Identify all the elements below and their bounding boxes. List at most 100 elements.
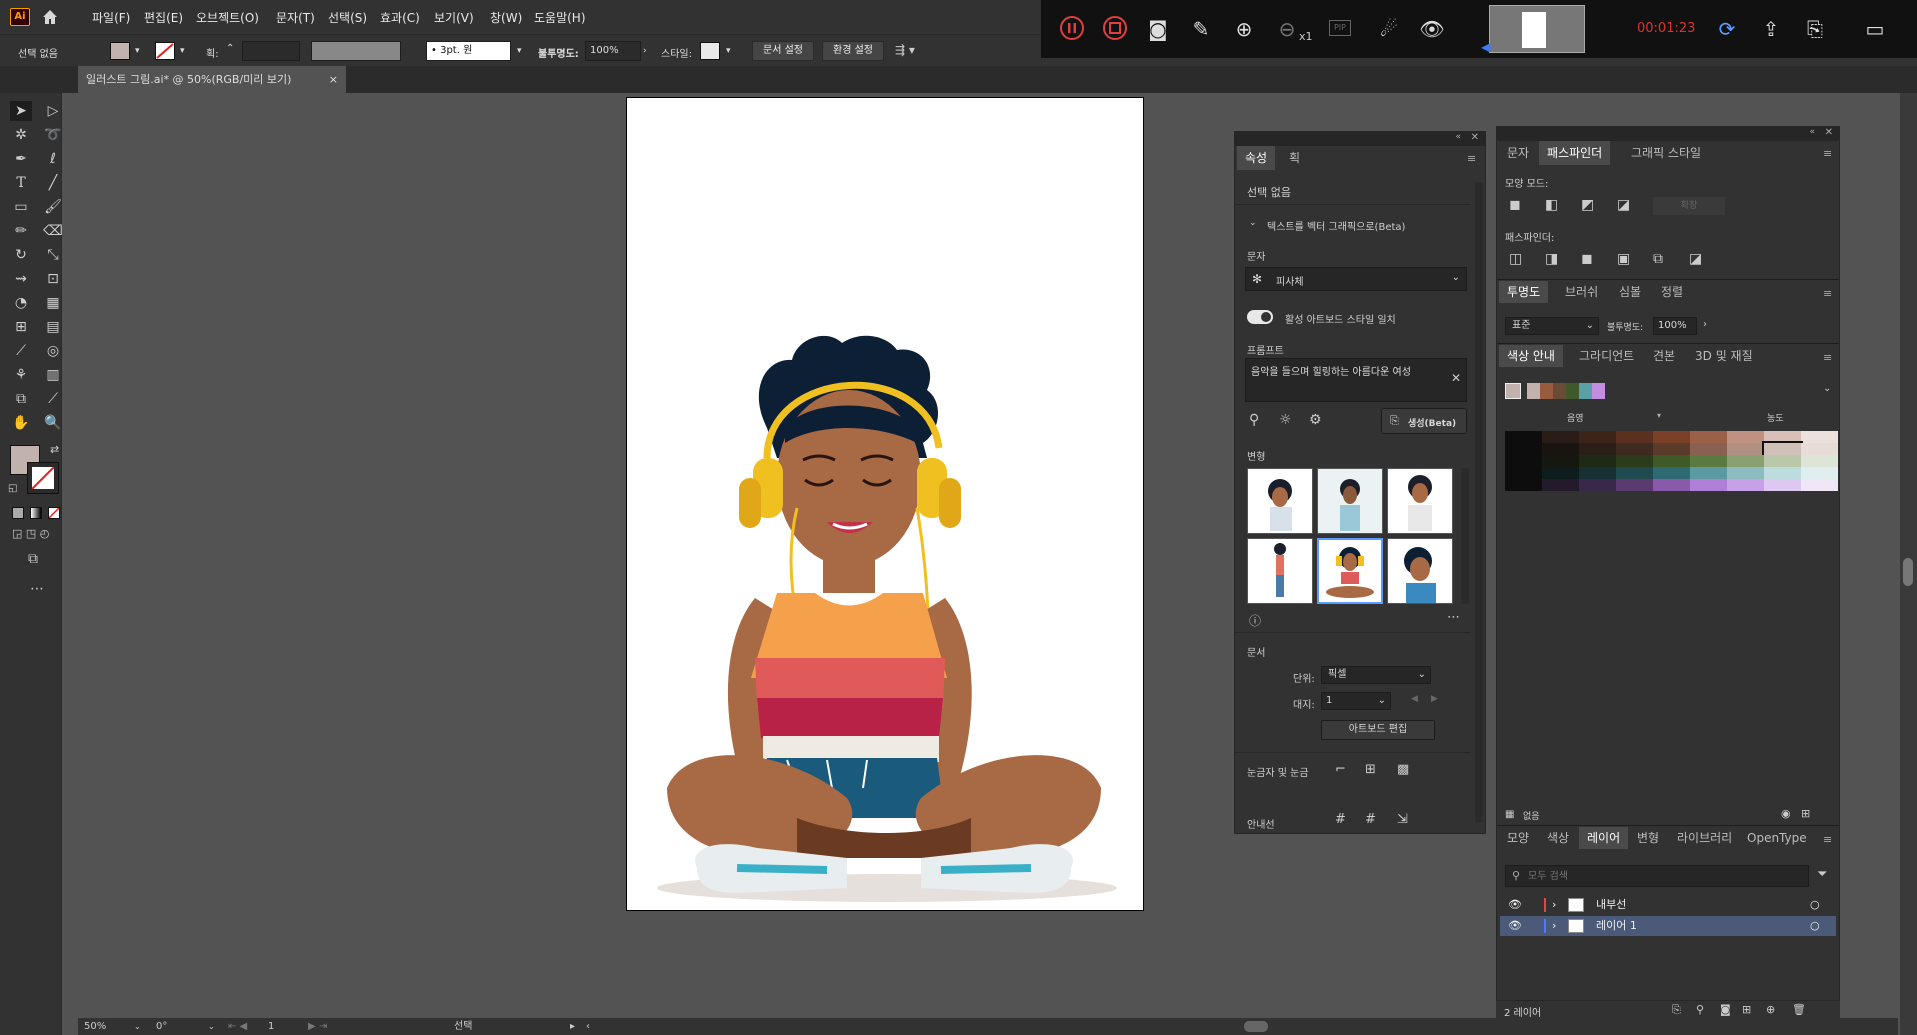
color-wheel-icon[interactable]: ◉ <box>1781 807 1791 820</box>
trash-icon[interactable]: 🗑 <box>1792 1003 1806 1016</box>
color-guide-swatch[interactable] <box>1505 455 1542 467</box>
color-guide-swatch[interactable] <box>1764 467 1801 479</box>
color-guide-swatch[interactable] <box>1727 455 1764 467</box>
close-icon[interactable]: ✕ <box>1825 127 1833 138</box>
stroke-swatch[interactable] <box>155 42 175 60</box>
zoom-out-icon[interactable]: ⊖ <box>1273 15 1301 43</box>
brush-field[interactable]: • 3pt. 원 <box>426 41 511 61</box>
minus-back-icon[interactable]: ◪ <box>1689 251 1702 267</box>
variation-thumbnail-6[interactable] <box>1387 538 1453 604</box>
style-reference-icon[interactable]: ⚲ <box>1249 412 1259 428</box>
collapse-icon[interactable]: ▭ <box>1861 15 1889 43</box>
stroke-weight-field[interactable] <box>242 41 300 61</box>
symbol-sprayer-icon[interactable]: ⚘ <box>10 365 32 385</box>
stroke-color-swatch[interactable] <box>27 462 59 494</box>
menu-help[interactable]: 도움말(H) <box>534 9 586 26</box>
artboard-select[interactable]: 1 ⌄ <box>1321 692 1391 710</box>
color-guide-swatch[interactable] <box>1616 467 1653 479</box>
rotation-angle[interactable]: 0° <box>156 1018 167 1035</box>
tab-pathfinder[interactable]: 패스파인더 <box>1539 141 1611 165</box>
more-tools-icon[interactable]: ⋯ <box>30 581 44 597</box>
expand-chevron-icon[interactable]: › <box>1552 916 1556 936</box>
edit-artboards-button[interactable]: 아트보드 편집 <box>1321 720 1435 740</box>
type-select[interactable]: ✻ 피사체 ⌄ <box>1245 267 1467 291</box>
layer-row[interactable]: 👁 › 내부선 ○ <box>1500 895 1836 915</box>
trim-icon[interactable]: ◨ <box>1545 251 1558 267</box>
locate-icon[interactable]: ⚲ <box>1696 1003 1704 1016</box>
color-guide-swatch[interactable] <box>1727 467 1764 479</box>
rectangle-tool-icon[interactable]: ▭ <box>10 197 32 217</box>
menu-file[interactable]: 파일(F) <box>92 9 130 26</box>
intersect-icon[interactable]: ◩ <box>1581 197 1594 213</box>
slice-tool-icon[interactable]: ⟋ <box>42 389 64 409</box>
variation-thumbnail-2[interactable] <box>1317 468 1383 534</box>
pip-button[interactable]: PIP <box>1329 20 1351 36</box>
color-guide-swatch[interactable] <box>1764 479 1801 491</box>
info-icon[interactable]: ⓘ <box>1249 612 1261 629</box>
export-icon[interactable]: ⇪ <box>1757 15 1785 43</box>
divide-icon[interactable]: ◫ <box>1509 251 1522 267</box>
eraser-tool-icon[interactable]: ⌫ <box>42 221 64 241</box>
color-guide-swatch[interactable] <box>1616 455 1653 467</box>
tab-character[interactable]: 문자 <box>1499 141 1537 165</box>
prompt-input[interactable]: 음악을 들으며 힐링하는 아름다운 여성 ✕ <box>1245 358 1467 402</box>
screen-mode-icon[interactable]: ⧉ <box>28 551 38 567</box>
preferences-button[interactable]: 환경 설정 <box>822 41 884 61</box>
draw-mode-icon[interactable]: ◲ ◳ ◴ <box>12 527 49 540</box>
color-guide-swatch[interactable] <box>1690 455 1727 467</box>
color-guide-swatch[interactable] <box>1653 479 1690 491</box>
color-guide-swatch[interactable] <box>1801 479 1838 491</box>
variation-thumbnail-5-selected[interactable] <box>1317 538 1383 604</box>
variation-thumbnail-4[interactable] <box>1247 538 1313 604</box>
chevron-right-icon[interactable]: › <box>1703 319 1707 330</box>
color-guide-swatch[interactable] <box>1505 431 1542 443</box>
merge-icon[interactable]: ◼ <box>1581 251 1593 267</box>
screenshot-icon[interactable]: ◙ <box>1144 15 1172 43</box>
color-guide-swatch[interactable] <box>1616 443 1653 455</box>
default-colors-icon[interactable]: ◱ <box>8 483 17 494</box>
color-guide-swatch[interactable] <box>1542 443 1579 455</box>
color-guide-swatch[interactable] <box>1505 479 1542 491</box>
color-guide-swatch[interactable] <box>1653 467 1690 479</box>
color-guide-swatch[interactable] <box>1542 467 1579 479</box>
chevron-down-icon[interactable]: ⌄ <box>1823 383 1831 394</box>
horizontal-scroll-thumb[interactable] <box>1244 1021 1268 1032</box>
harmony-swatch[interactable] <box>1540 383 1553 399</box>
minus-front-icon[interactable]: ◧ <box>1545 197 1558 213</box>
canvas-vertical-scrollbar[interactable] <box>1900 93 1917 1035</box>
refresh-icon[interactable]: ⟳ <box>1713 15 1741 43</box>
tab-color[interactable]: 색상 <box>1539 827 1577 849</box>
more-icon[interactable]: ⋯ <box>1447 610 1460 625</box>
hand-tool-icon[interactable]: ✋ <box>10 413 32 433</box>
clear-icon[interactable]: ✕ <box>1451 371 1461 385</box>
color-guide-grid[interactable] <box>1505 431 1838 491</box>
lasso-icon[interactable]: ➰ <box>42 125 64 145</box>
chevron-right-icon[interactable]: ▸ <box>570 1018 575 1035</box>
color-guide-swatch[interactable] <box>1690 431 1727 443</box>
color-guide-swatch[interactable] <box>1690 479 1727 491</box>
variable-width-profile[interactable] <box>311 41 401 61</box>
chevron-down-icon[interactable]: ▾ <box>180 46 185 56</box>
color-guide-swatch[interactable] <box>1653 431 1690 443</box>
line-tool-icon[interactable]: ╱ <box>42 173 64 193</box>
harmony-swatch[interactable] <box>1566 383 1579 399</box>
tab-transparency[interactable]: 투명도 <box>1499 281 1549 303</box>
gradient-tool-icon[interactable]: ▤ <box>42 317 64 337</box>
panel-menu-icon[interactable]: ≡ <box>1823 351 1832 364</box>
chevron-right-icon[interactable]: › <box>643 46 647 56</box>
layer-row-selected[interactable]: 👁 › 레이어 1 ○ <box>1500 916 1836 936</box>
style-swatch[interactable] <box>700 42 720 60</box>
color-guide-swatch[interactable] <box>1653 443 1690 455</box>
swatch-library-icon[interactable]: ▦ <box>1505 809 1514 820</box>
menu-effect[interactable]: 효과(C) <box>380 9 420 26</box>
chevron-down-icon[interactable]: ▾ <box>726 46 731 56</box>
guides-icon[interactable]: # <box>1335 812 1346 827</box>
eye-icon[interactable]: 👁 <box>1418 15 1446 43</box>
harmony-swatch[interactable] <box>1579 383 1592 399</box>
color-guide-swatch[interactable] <box>1764 431 1801 443</box>
menu-edit[interactable]: 편집(E) <box>144 9 183 26</box>
layer-name[interactable]: 레이어 1 <box>1596 916 1637 936</box>
chevron-down-icon[interactable]: ⌄ <box>134 1018 141 1035</box>
color-guide-swatch[interactable] <box>1505 443 1542 455</box>
pen-tool-icon[interactable]: ✒ <box>10 149 32 169</box>
